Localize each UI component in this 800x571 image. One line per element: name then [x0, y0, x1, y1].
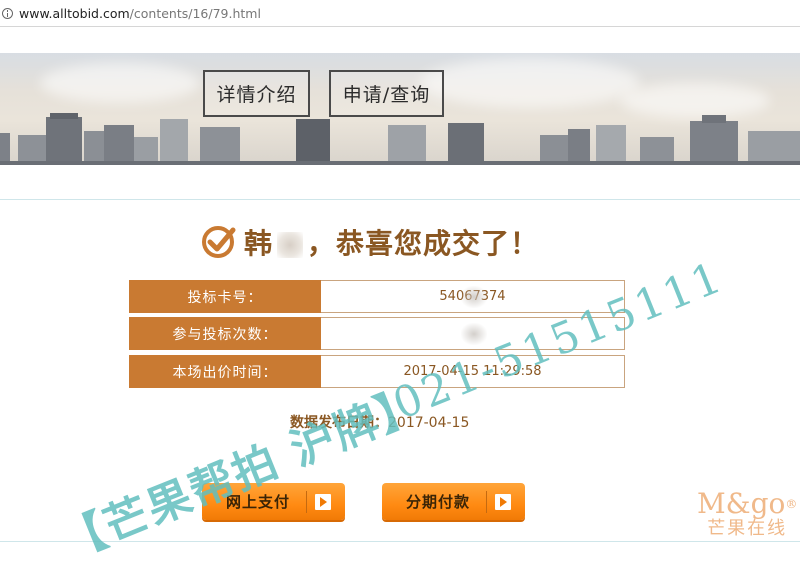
play-arrow-icon	[495, 493, 511, 510]
city-banner: 详情介绍 申请/查询	[0, 53, 800, 165]
congrats-text: 韩，恭喜您成交了！	[244, 227, 540, 260]
installment-button[interactable]: 分期付款	[382, 483, 525, 520]
release-date: 数据发布日期：2017-04-15	[290, 415, 470, 431]
divider	[0, 199, 800, 200]
redacted-name	[277, 232, 304, 258]
check-circle-icon	[202, 226, 236, 258]
header-spacer	[0, 27, 800, 53]
address-bar[interactable]: www.alltobid.com/contents/16/79.html	[0, 0, 800, 27]
bid-count-label: 参与投标次数：	[129, 317, 321, 350]
info-icon[interactable]	[2, 7, 13, 19]
bid-time-row: 本场出价时间： 2017-04-15 11:29:58	[129, 355, 625, 388]
bid-card-row: 投标卡号： 54067374	[129, 280, 625, 313]
play-arrow-icon	[315, 493, 331, 510]
apply-query-button[interactable]: 申请/查询	[329, 70, 444, 117]
bid-card-value: 54067374	[321, 280, 625, 313]
url-text[interactable]: www.alltobid.com/contents/16/79.html	[19, 6, 261, 21]
divider	[0, 541, 800, 542]
mango-logo: M&go® 芒果在线	[697, 487, 798, 540]
details-intro-button[interactable]: 详情介绍	[203, 70, 310, 117]
bid-count-value	[321, 317, 625, 350]
congrats-title: 韩，恭喜您成交了！	[200, 222, 539, 262]
bid-card-label: 投标卡号：	[129, 280, 321, 313]
bid-time-label: 本场出价时间：	[129, 355, 321, 388]
bid-time-value: 2017-04-15 11:29:58	[321, 355, 625, 388]
bid-count-row: 参与投标次数：	[129, 317, 625, 350]
online-pay-button[interactable]: 网上支付	[202, 483, 345, 520]
